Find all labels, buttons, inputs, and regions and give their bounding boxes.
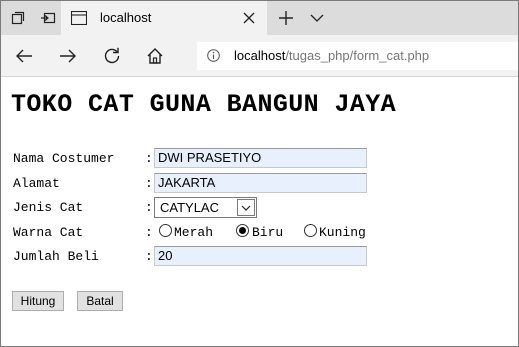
form-row-jumlah: Jumlah Beli : 20 — [13, 246, 393, 268]
colon: : — [145, 225, 153, 240]
forward-arrow-icon[interactable] — [53, 41, 83, 71]
back-arrow-icon[interactable] — [9, 41, 39, 71]
radio-biru[interactable] — [236, 224, 249, 237]
radio-merah-label: Merah — [174, 225, 214, 240]
alamat-label: Alamat — [13, 176, 60, 191]
jenis-select[interactable]: CATYLAC — [154, 197, 257, 218]
jumlah-label: Jumlah Beli — [13, 249, 99, 264]
radio-merah[interactable] — [159, 224, 172, 237]
batal-button[interactable]: Batal — [77, 291, 123, 311]
colon: : — [145, 151, 153, 166]
close-icon[interactable] — [241, 10, 257, 26]
page-title: TOKO CAT GUNA BANGUN JAYA — [11, 90, 397, 119]
radio-kuning[interactable] — [304, 224, 317, 237]
colon: : — [145, 200, 153, 215]
navigation-bar: localhost/tugas_php/form_cat.php — [1, 35, 518, 77]
info-icon[interactable] — [207, 49, 220, 62]
url-text: localhost/tugas_php/form_cat.php — [234, 48, 429, 63]
home-icon[interactable] — [140, 41, 170, 71]
jumlah-field[interactable]: 20 — [154, 246, 367, 266]
address-bar[interactable]: localhost/tugas_php/form_cat.php — [197, 42, 518, 70]
url-path: /tugas_php/form_cat.php — [285, 48, 430, 63]
hitung-button[interactable]: Hitung — [12, 291, 64, 311]
page-content: TOKO CAT GUNA BANGUN JAYA Nama Costumer … — [1, 78, 518, 346]
nama-field[interactable]: DWI PRASETIYO — [154, 148, 367, 168]
url-host: localhost — [234, 48, 286, 63]
alamat-field[interactable]: JAKARTA — [154, 173, 367, 193]
plus-icon[interactable] — [272, 1, 300, 35]
tab-actions-icon[interactable] — [3, 1, 33, 35]
tab-strip: localhost — [1, 1, 518, 35]
chevron-down-icon[interactable] — [237, 199, 255, 216]
form-row-jenis: Jenis Cat : CATYLAC — [13, 197, 393, 219]
chevron-down-icon[interactable] — [303, 1, 331, 35]
form-row-alamat: Alamat : JAKARTA — [13, 173, 393, 195]
browser-window: localhost localhost/tugas_php/form_cat.p… — [0, 0, 519, 347]
set-aside-tabs-icon[interactable] — [33, 1, 63, 35]
radio-kuning-label: Kuning — [319, 225, 366, 240]
colon: : — [145, 176, 153, 191]
radio-biru-label: Biru — [252, 225, 284, 240]
nama-label: Nama Costumer — [13, 151, 115, 166]
form-row-warna: Warna Cat : Merah Biru Kuning — [13, 222, 393, 244]
jenis-selected-value: CATYLAC — [160, 200, 219, 215]
warna-label: Warna Cat — [13, 225, 84, 240]
active-tab[interactable]: localhost — [61, 1, 267, 35]
refresh-icon[interactable] — [97, 41, 127, 71]
colon: : — [145, 249, 153, 264]
page-icon — [70, 10, 88, 30]
jenis-label: Jenis Cat — [13, 200, 84, 215]
form-row-nama: Nama Costumer : DWI PRASETIYO — [13, 148, 393, 170]
tab-title: localhost — [100, 10, 152, 25]
